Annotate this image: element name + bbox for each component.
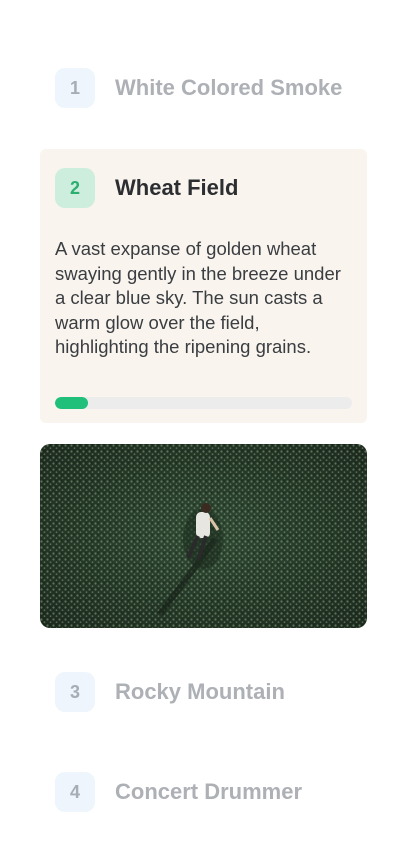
- wheat-field-aerial-image: [40, 444, 367, 628]
- item-title: White Colored Smoke: [115, 75, 343, 100]
- accordion-item-4[interactable]: 4 Concert Drummer: [40, 772, 367, 812]
- item-progress-bar: [55, 397, 352, 409]
- accordion-item-1[interactable]: 1 White Colored Smoke: [40, 68, 367, 108]
- item-title: Wheat Field: [115, 175, 239, 200]
- accordion-item-3[interactable]: 3 Rocky Mountain: [40, 672, 367, 712]
- item-number-badge: 3: [55, 672, 95, 712]
- item-title: Rocky Mountain: [115, 679, 285, 704]
- accordion-header[interactable]: 3 Rocky Mountain: [40, 672, 367, 712]
- item-number-badge: 2: [55, 168, 95, 208]
- item-number-badge: 4: [55, 772, 95, 812]
- item-number-badge: 1: [55, 68, 95, 108]
- accordion-header[interactable]: 4 Concert Drummer: [40, 772, 367, 812]
- accordion-header[interactable]: 2 Wheat Field: [40, 168, 253, 208]
- item-image: [40, 444, 367, 628]
- accordion-list: 1 White Colored Smoke 2 Wheat Field A va…: [0, 0, 402, 862]
- item-title: Concert Drummer: [115, 779, 303, 804]
- progress-fill: [55, 397, 88, 409]
- item-description: A vast expanse of golden wheat swaying g…: [55, 238, 341, 357]
- accordion-header[interactable]: 1 White Colored Smoke: [40, 68, 367, 108]
